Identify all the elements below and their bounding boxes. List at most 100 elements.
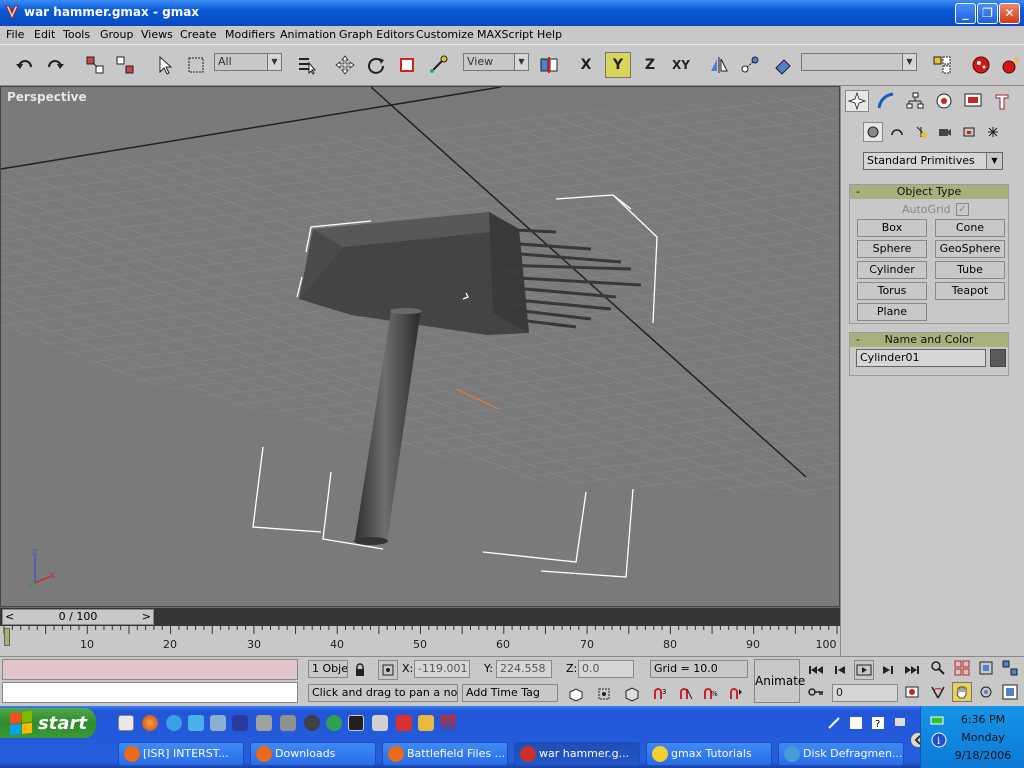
menu-modifiers[interactable]: Modifiers: [225, 28, 275, 41]
spinner-snap-icon[interactable]: [726, 684, 746, 704]
select-and-move-icon[interactable]: [332, 52, 358, 78]
select-and-scale-icon[interactable]: [394, 52, 420, 78]
pivot-center-icon[interactable]: [536, 52, 562, 78]
motion-tab-icon[interactable]: [932, 90, 956, 112]
quicklaunch-acrobat-icon[interactable]: [396, 715, 412, 731]
play-icon[interactable]: [854, 660, 874, 680]
quicklaunch-app-icon[interactable]: [372, 715, 388, 731]
perspective-viewport[interactable]: Perspective z x: [0, 86, 840, 607]
track-bar[interactable]: 10 20 30 40 50 60 70 80 90 100: [0, 626, 840, 656]
go-to-end-icon[interactable]: [902, 660, 922, 680]
quicklaunch-show-desktop-icon[interactable]: [210, 715, 226, 731]
menu-file[interactable]: File: [6, 28, 24, 41]
percent-snap-icon[interactable]: %: [700, 684, 720, 704]
object-type-header[interactable]: - Object Type: [850, 185, 1008, 199]
zoom-icon[interactable]: [928, 658, 948, 678]
field-of-view-icon[interactable]: [928, 682, 948, 702]
menu-customize[interactable]: Customize: [416, 28, 474, 41]
redo-icon[interactable]: [42, 52, 68, 78]
select-object-icon[interactable]: [152, 52, 178, 78]
cameras-category-icon[interactable]: [935, 122, 955, 142]
viewport-scene[interactable]: [1, 87, 840, 607]
time-slider[interactable]: < 0 / 100 >: [0, 608, 840, 626]
viewport-label[interactable]: Perspective: [7, 90, 87, 104]
restrict-xy-button[interactable]: XY: [668, 52, 694, 78]
next-frame-button[interactable]: >: [142, 610, 151, 624]
pan-hand-icon[interactable]: [952, 682, 972, 702]
animate-button[interactable]: Animate: [754, 659, 805, 703]
go-to-start-icon[interactable]: [806, 660, 826, 680]
manipulate-icon[interactable]: [425, 52, 451, 78]
hierarchy-tab-icon[interactable]: [903, 90, 927, 112]
task-button[interactable]: Downloads: [250, 742, 376, 766]
cylinder-button[interactable]: Cylinder: [857, 261, 927, 279]
cone-button[interactable]: Cone: [935, 219, 1005, 237]
maximize-button[interactable]: ❐: [977, 3, 998, 24]
quick-render-icon[interactable]: [998, 52, 1024, 78]
task-button[interactable]: Disk Defragmen...: [778, 742, 904, 766]
quicklaunch-firefox-icon[interactable]: [142, 715, 158, 731]
time-configuration-icon[interactable]: [902, 682, 922, 702]
key-mode-toggle-icon[interactable]: [806, 682, 826, 702]
quicklaunch-ie-icon[interactable]: [166, 715, 182, 731]
zoom-extents-icon[interactable]: [976, 658, 996, 678]
quicklaunch-app-icon[interactable]: [440, 715, 456, 731]
arc-rotate-icon[interactable]: [976, 682, 996, 702]
menu-graph-editors[interactable]: Graph Editors: [339, 28, 415, 41]
reference-coordinate-select[interactable]: View ▼: [463, 53, 529, 71]
absolute-mode-icon[interactable]: [378, 660, 398, 680]
layers-icon[interactable]: [929, 52, 955, 78]
menu-create[interactable]: Create: [180, 28, 217, 41]
object-name-input[interactable]: Cylinder01: [856, 349, 986, 367]
render-scene-icon[interactable]: [968, 52, 994, 78]
menu-views[interactable]: Views: [141, 28, 173, 41]
object-color-swatch[interactable]: [990, 349, 1006, 367]
gmax-app-icon[interactable]: [4, 4, 20, 21]
close-button[interactable]: ✕: [999, 3, 1020, 24]
time-slider-thumb[interactable]: < 0 / 100 >: [2, 609, 154, 625]
minimize-button[interactable]: _: [955, 3, 976, 24]
modify-tab-icon[interactable]: [874, 90, 898, 112]
quicklaunch-app-icon[interactable]: [418, 715, 434, 731]
selection-filter-select[interactable]: All ▼: [214, 53, 282, 71]
time-cursor[interactable]: [4, 628, 10, 646]
torus-button[interactable]: Torus: [857, 282, 927, 300]
autogrid-checkbox[interactable]: ✓: [956, 203, 969, 216]
zoom-all-icon[interactable]: [952, 658, 972, 678]
box-button[interactable]: Box: [857, 219, 927, 237]
prev-frame-button[interactable]: <: [5, 610, 14, 624]
quicklaunch-app-icon[interactable]: [348, 715, 364, 731]
angle-snap-icon[interactable]: [676, 684, 696, 704]
lock-selection-icon[interactable]: [350, 660, 370, 680]
sphere-button[interactable]: Sphere: [857, 240, 927, 258]
quicklaunch-app-icon[interactable]: [304, 715, 320, 731]
helpers-category-icon[interactable]: [959, 122, 979, 142]
x-coordinate-field[interactable]: -119.001: [414, 660, 470, 678]
quicklaunch-outlook-icon[interactable]: [188, 715, 204, 731]
tray-clock[interactable]: 6:36 PM: [931, 713, 1024, 726]
tray-app-icon[interactable]: [890, 713, 910, 733]
name-and-color-header[interactable]: - Name and Color: [850, 333, 1008, 347]
task-button-active[interactable]: war hammer.g...: [514, 742, 640, 766]
create-tab-icon[interactable]: [845, 90, 869, 112]
quicklaunch-app-icon[interactable]: [326, 715, 342, 731]
select-by-name-icon[interactable]: [294, 52, 320, 78]
maximize-viewport-icon[interactable]: [1000, 682, 1020, 702]
tube-button[interactable]: Tube: [935, 261, 1005, 279]
menu-maxscript[interactable]: MAXScript: [477, 28, 533, 41]
next-frame-icon[interactable]: [878, 660, 898, 680]
primitive-type-dropdown[interactable]: Standard Primitives ▼: [863, 152, 1003, 170]
menu-animation[interactable]: Animation: [280, 28, 336, 41]
maxscript-listener-input[interactable]: [2, 682, 298, 703]
quicklaunch-media-icon[interactable]: [118, 715, 134, 731]
add-time-tag-button[interactable]: Add Time Tag: [462, 684, 558, 702]
spacewarps-category-icon[interactable]: [983, 122, 1003, 142]
menu-edit[interactable]: Edit: [34, 28, 55, 41]
quicklaunch-app-icon[interactable]: [280, 715, 296, 731]
geometry-category-icon[interactable]: [863, 122, 883, 142]
tray-help-icon[interactable]: ?: [868, 713, 888, 733]
snaps-toggle-icon[interactable]: 3: [650, 684, 670, 704]
zoom-extents-all-icon[interactable]: [1000, 658, 1020, 678]
select-and-link-icon[interactable]: [82, 52, 108, 78]
tray-app-icon[interactable]: [846, 713, 866, 733]
